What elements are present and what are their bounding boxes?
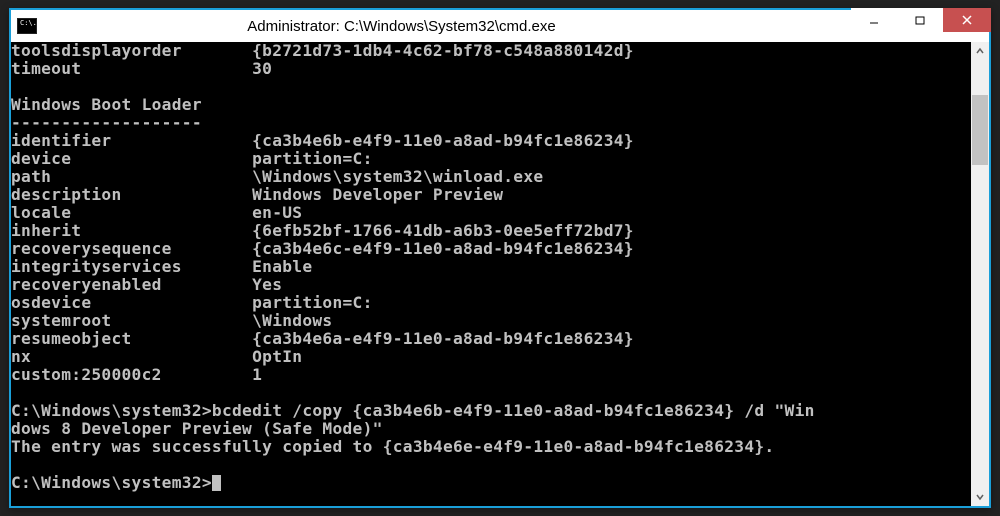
- scroll-up-button[interactable]: [971, 42, 989, 60]
- maximize-icon: [915, 15, 925, 25]
- scrollbar-thumb[interactable]: [972, 95, 988, 165]
- chevron-down-icon: [976, 493, 984, 501]
- titlebar[interactable]: C:\. Administrator: C:\Windows\System32\…: [11, 10, 989, 42]
- close-button[interactable]: [943, 8, 991, 32]
- minimize-icon: [869, 15, 879, 25]
- maximize-button[interactable]: [897, 8, 943, 32]
- terminal-viewport[interactable]: toolsdisplayorder {b2721d73-1db4-4c62-bf…: [11, 42, 971, 506]
- scrollbar-track[interactable]: [971, 60, 989, 488]
- window-controls: [851, 8, 991, 32]
- terminal-cursor: [212, 475, 221, 491]
- scroll-down-button[interactable]: [971, 488, 989, 506]
- chevron-up-icon: [976, 47, 984, 55]
- minimize-button[interactable]: [851, 8, 897, 32]
- terminal-wrap: toolsdisplayorder {b2721d73-1db4-4c62-bf…: [11, 42, 989, 506]
- cmd-window: C:\. Administrator: C:\Windows\System32\…: [9, 8, 991, 508]
- window-title: Administrator: C:\Windows\System32\cmd.e…: [0, 18, 851, 35]
- scrollbar-vertical[interactable]: [971, 42, 989, 506]
- close-icon: [961, 14, 973, 26]
